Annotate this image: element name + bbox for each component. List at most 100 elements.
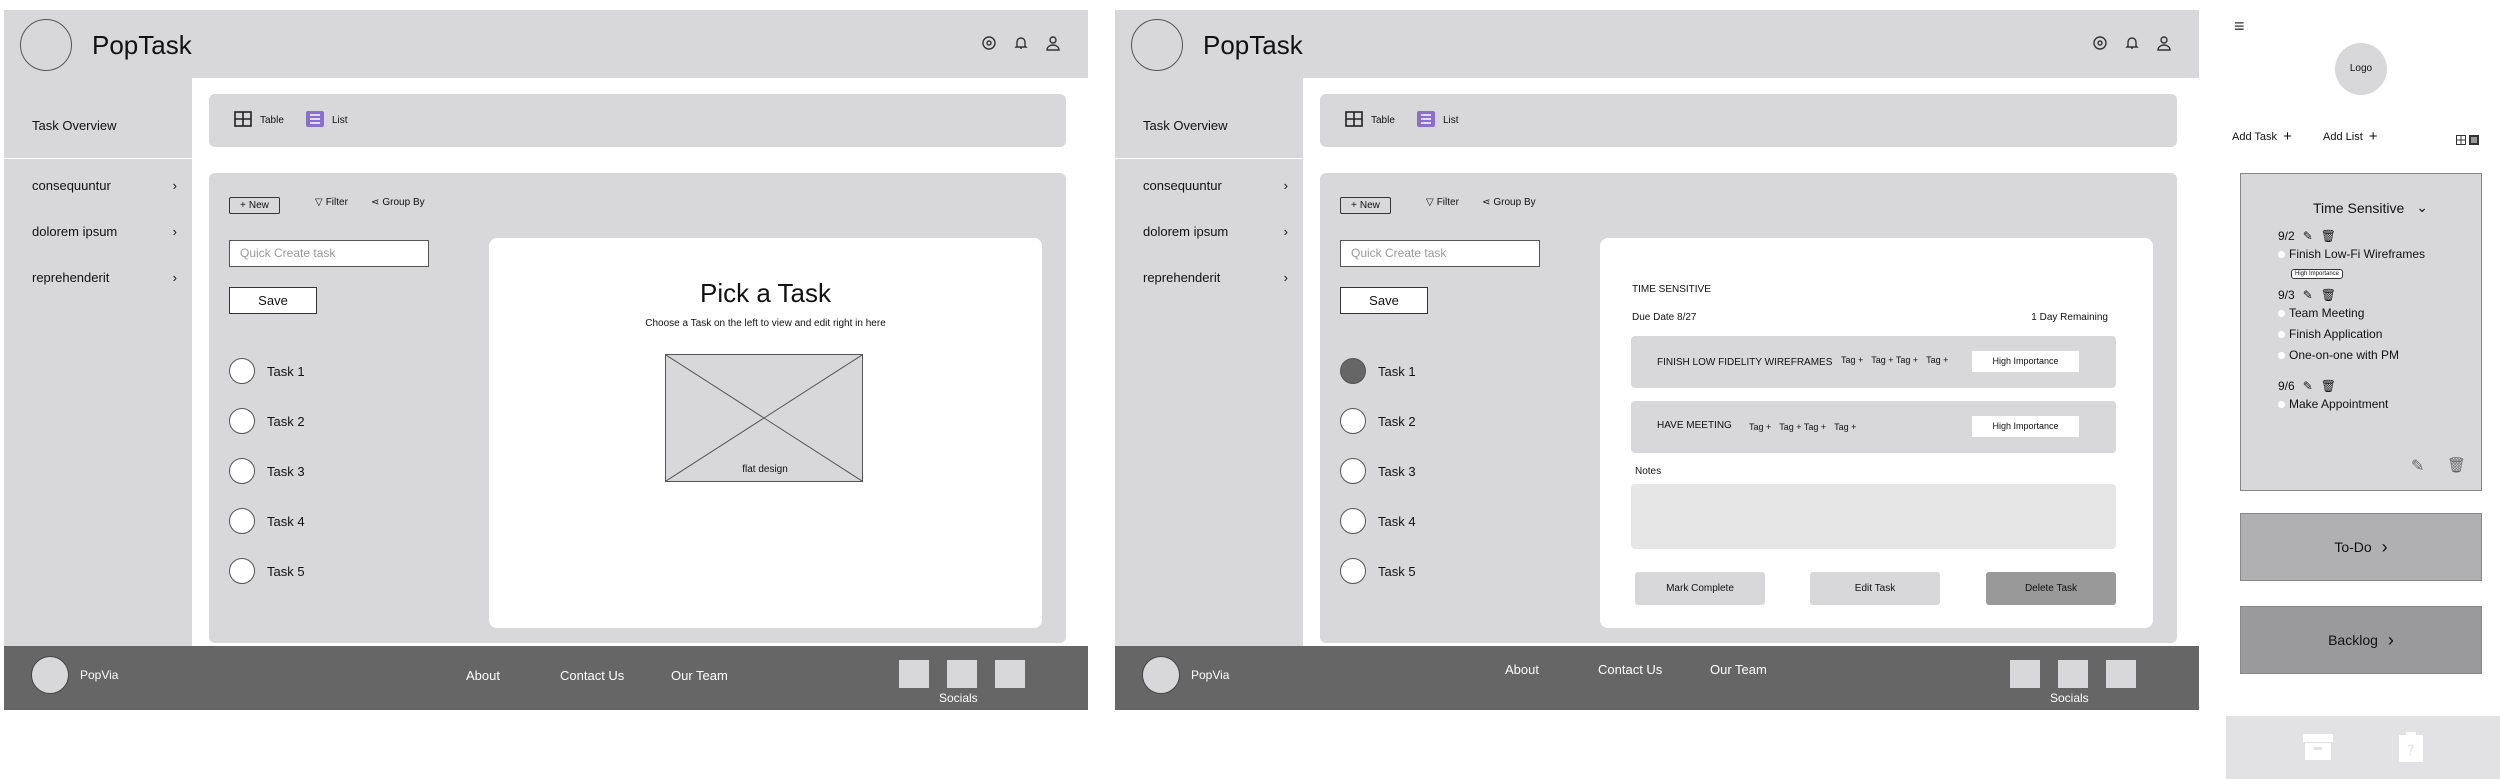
- save-button[interactable]: Save: [229, 287, 317, 314]
- add-list-button[interactable]: Add List +: [2323, 128, 2378, 145]
- tag-chip[interactable]: Tag +: [1749, 422, 1771, 432]
- settings-icon[interactable]: [980, 34, 998, 52]
- mobile-task[interactable]: Team Meeting: [2278, 306, 2364, 320]
- mobile-task[interactable]: Finish Application: [2278, 327, 2382, 341]
- social-icon[interactable]: [899, 660, 929, 688]
- todo-card[interactable]: To-Do ›: [2240, 513, 2482, 581]
- mark-complete-button[interactable]: Mark Complete: [1635, 572, 1765, 605]
- task-item-selected[interactable]: Task 1: [1340, 358, 1416, 384]
- add-task-button[interactable]: Add Task +: [2232, 128, 2292, 145]
- social-icon[interactable]: [2106, 660, 2136, 688]
- task-dot[interactable]: [2278, 400, 2285, 408]
- user-icon[interactable]: [2155, 34, 2173, 52]
- edit-icon[interactable]: ✎: [2303, 229, 2313, 243]
- bell-icon[interactable]: [1012, 34, 1030, 52]
- view-table[interactable]: Table: [234, 111, 284, 130]
- task-item[interactable]: Task 2: [1340, 408, 1416, 434]
- trash-icon[interactable]: 🗑: [2321, 229, 2336, 243]
- task-item[interactable]: Task 3: [1340, 458, 1416, 484]
- subtask-row[interactable]: HAVE MEETING Tag + Tag + Tag + Tag + Hig…: [1631, 401, 2116, 453]
- task-dot[interactable]: [2278, 330, 2285, 338]
- footer-logo[interactable]: [31, 656, 69, 694]
- logo-placeholder[interactable]: [20, 19, 72, 71]
- tag-chip[interactable]: Tag + Tag +: [1779, 422, 1826, 432]
- task-item[interactable]: Task 2: [229, 408, 305, 434]
- card-title[interactable]: Time Sensitive ⌄: [2313, 199, 2428, 216]
- social-icon[interactable]: [2058, 660, 2088, 688]
- importance-badge[interactable]: High Importance: [1972, 351, 2079, 372]
- user-icon[interactable]: [1044, 34, 1062, 52]
- logo-placeholder[interactable]: [1131, 19, 1183, 71]
- trash-icon[interactable]: 🗑: [2321, 288, 2336, 302]
- task-checkbox[interactable]: [229, 458, 255, 484]
- new-button[interactable]: + New: [229, 197, 280, 214]
- edit-task-button[interactable]: Edit Task: [1810, 572, 1940, 605]
- task-item[interactable]: Task 1: [229, 358, 305, 384]
- group-by-button[interactable]: ⋖ Group By: [1482, 197, 1536, 208]
- list-view-icon[interactable]: [2469, 132, 2479, 150]
- sidebar-item-dolorem-ipsum[interactable]: dolorem ipsum ›: [32, 224, 177, 239]
- delete-task-button[interactable]: Delete Task: [1986, 572, 2116, 605]
- social-icon[interactable]: [995, 660, 1025, 688]
- task-checkbox[interactable]: [229, 558, 255, 584]
- trash-icon[interactable]: 🗑: [2321, 379, 2336, 393]
- task-checkbox[interactable]: [1340, 558, 1366, 584]
- task-dot[interactable]: [2278, 309, 2285, 317]
- importance-badge[interactable]: High Importance: [1972, 416, 2079, 437]
- new-button[interactable]: + New: [1340, 197, 1391, 214]
- tag-chip[interactable]: Tag + Tag +: [1871, 355, 1918, 365]
- filter-button[interactable]: ▽ Filter: [315, 197, 348, 208]
- task-checkbox[interactable]: [1340, 408, 1366, 434]
- tag-chip[interactable]: Tag +: [1926, 355, 1948, 365]
- footer-link-team[interactable]: Our Team: [1710, 662, 1767, 677]
- clipboard-question-icon[interactable]: ?: [2398, 731, 2424, 768]
- task-checkbox[interactable]: [1340, 508, 1366, 534]
- mobile-task[interactable]: Finish Low-Fi Wireframes: [2278, 247, 2425, 261]
- edit-icon[interactable]: ✎: [2303, 288, 2313, 302]
- hamburger-menu-icon[interactable]: ≡: [2234, 16, 2245, 37]
- task-item[interactable]: Task 3: [229, 458, 305, 484]
- tag-chip[interactable]: Tag +: [1841, 355, 1863, 365]
- task-dot[interactable]: [2278, 351, 2285, 359]
- bell-icon[interactable]: [2123, 34, 2141, 52]
- sidebar-item-dolorem-ipsum[interactable]: dolorem ipsum ›: [1143, 224, 1288, 239]
- sidebar-item-consequuntur[interactable]: consequuntur ›: [1143, 178, 1288, 193]
- footer-link-about[interactable]: About: [1505, 662, 1539, 677]
- filter-button[interactable]: ▽ Filter: [1426, 197, 1459, 208]
- footer-link-contact[interactable]: Contact Us: [1598, 662, 1662, 677]
- social-icon[interactable]: [947, 660, 977, 688]
- task-item[interactable]: Task 4: [1340, 508, 1416, 534]
- footer-link-about[interactable]: About: [466, 668, 500, 683]
- backlog-card[interactable]: Backlog ›: [2240, 606, 2482, 674]
- subtask-row[interactable]: FINISH LOW FIDELITY WIREFRAMES Tag + Tag…: [1631, 336, 2116, 388]
- task-checkbox[interactable]: [229, 358, 255, 384]
- sidebar-item-reprehenderit[interactable]: reprehenderit ›: [1143, 270, 1288, 285]
- task-item[interactable]: Task 5: [1340, 558, 1416, 584]
- view-list[interactable]: List: [1417, 111, 1459, 130]
- task-dot[interactable]: [2278, 250, 2285, 258]
- task-checkbox[interactable]: [229, 408, 255, 434]
- edit-icon[interactable]: ✎: [2411, 456, 2424, 476]
- tag-chip[interactable]: Tag +: [1834, 422, 1856, 432]
- sidebar-item-reprehenderit[interactable]: reprehenderit ›: [32, 270, 177, 285]
- quick-create-input[interactable]: Quick Create task: [1340, 240, 1540, 267]
- social-icon[interactable]: [2010, 660, 2040, 688]
- edit-icon[interactable]: ✎: [2303, 379, 2313, 393]
- view-list[interactable]: List: [306, 111, 348, 130]
- group-by-button[interactable]: ⋖ Group By: [371, 197, 425, 208]
- sidebar-item-consequuntur[interactable]: consequuntur ›: [32, 178, 177, 193]
- task-checkbox[interactable]: [1340, 458, 1366, 484]
- footer-link-contact[interactable]: Contact Us: [560, 668, 624, 683]
- footer-logo[interactable]: [1142, 656, 1180, 694]
- save-button[interactable]: Save: [1340, 287, 1428, 314]
- mobile-task[interactable]: Make Appointment: [2278, 397, 2388, 411]
- quick-create-input[interactable]: Quick Create task: [229, 240, 429, 267]
- mobile-task[interactable]: One-on-one with PM: [2278, 348, 2399, 362]
- task-checkbox[interactable]: [1340, 358, 1366, 384]
- footer-link-team[interactable]: Our Team: [671, 668, 728, 683]
- task-item[interactable]: Task 5: [229, 558, 305, 584]
- archive-icon[interactable]: [2302, 733, 2334, 766]
- trash-icon[interactable]: 🗑: [2447, 456, 2466, 474]
- view-table[interactable]: Table: [1345, 111, 1395, 130]
- task-checkbox[interactable]: [229, 508, 255, 534]
